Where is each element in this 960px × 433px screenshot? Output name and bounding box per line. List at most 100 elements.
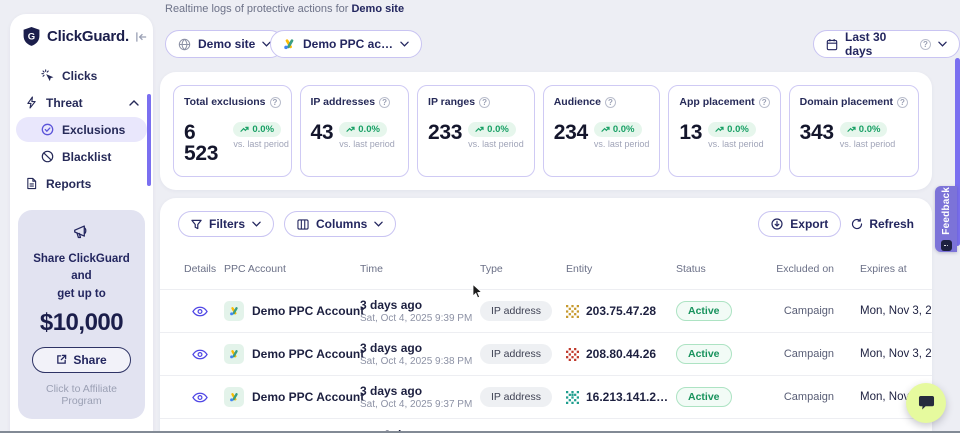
columns-button[interactable]: Columns bbox=[284, 211, 396, 237]
entity-identicon bbox=[566, 391, 579, 404]
time-absolute: Sat, Oct 4, 2025 9:38 PM bbox=[360, 356, 480, 367]
expires-at-cell: Mon, Nov 3, 2025 bbox=[834, 305, 924, 317]
sidebar-item-clicks[interactable]: Clicks bbox=[16, 63, 147, 88]
sidebar-item-threat[interactable]: Threat bbox=[16, 90, 147, 115]
affiliate-promo-card[interactable]: Share ClickGuard and get up to $10,000 S… bbox=[18, 210, 145, 419]
sidebar-item-label: Exclusions bbox=[62, 123, 125, 137]
entity-value: 208.80.44.26 bbox=[586, 347, 656, 361]
status-cell: Active bbox=[676, 344, 774, 364]
col-header-time[interactable]: Time bbox=[360, 263, 480, 277]
sidebar-scrollbar[interactable] bbox=[147, 94, 151, 186]
stat-value: 13 bbox=[679, 122, 702, 143]
sidebar-item-label: Threat bbox=[46, 96, 83, 110]
stat-value: 343 bbox=[800, 122, 834, 143]
sidebar: G ClickGuard. Clicks Threat bbox=[10, 14, 153, 433]
trend-up-icon bbox=[847, 126, 856, 133]
type-cell: IP address bbox=[480, 344, 566, 364]
sidebar-item-blacklist[interactable]: Blacklist bbox=[16, 144, 147, 169]
status-badge: Active bbox=[676, 387, 732, 407]
share-button-label: Share bbox=[73, 353, 106, 367]
help-icon[interactable]: ? bbox=[270, 97, 281, 108]
time-cell: 3 days ago Sat, Oct 4, 2025 9:37 PM bbox=[360, 384, 480, 410]
col-header-status[interactable]: Status bbox=[676, 263, 774, 277]
type-badge: IP address bbox=[480, 344, 552, 364]
col-header-excluded-on[interactable]: Excluded on bbox=[774, 263, 834, 277]
trend-up-icon bbox=[475, 126, 484, 133]
filters-button[interactable]: Filters bbox=[178, 211, 274, 237]
col-header-expires-at[interactable]: Expires at bbox=[834, 263, 924, 277]
refresh-button[interactable]: Refresh bbox=[851, 217, 914, 231]
col-header-type[interactable]: Type bbox=[480, 263, 566, 277]
excluded-on-cell: Campaign bbox=[774, 305, 834, 317]
stat-delta: 0.0% bbox=[487, 124, 509, 135]
external-link-icon bbox=[56, 354, 67, 365]
trend-up-icon bbox=[240, 126, 249, 133]
stat-delta: 0.0% bbox=[252, 124, 274, 135]
col-header-entity[interactable]: Entity bbox=[566, 263, 676, 277]
date-range-selector[interactable]: Last 30 days ? bbox=[813, 30, 960, 58]
col-header-details[interactable]: Details bbox=[184, 263, 224, 277]
filters-label: Filters bbox=[209, 217, 245, 231]
stat-delta: 0.0% bbox=[613, 124, 635, 135]
trend-up-icon bbox=[601, 126, 610, 133]
chevron-up-icon bbox=[129, 100, 139, 106]
entity-cell: 203.75.47.28 bbox=[566, 304, 676, 318]
stats-panel: Total exclusions? 6 523 0.0% vs. last pe… bbox=[160, 72, 932, 190]
logo-text: ClickGuard. bbox=[47, 28, 129, 45]
export-button[interactable]: Export bbox=[758, 211, 841, 237]
chevron-down-icon bbox=[252, 221, 261, 227]
table-row-partial: 3 days ago bbox=[160, 418, 932, 432]
help-icon[interactable]: ? bbox=[759, 97, 770, 108]
sidebar-item-reports[interactable]: Reports bbox=[16, 171, 147, 196]
stat-label: Audience bbox=[554, 96, 601, 108]
sidebar-item-exclusions[interactable]: Exclusions bbox=[16, 117, 147, 142]
ppc-account-selector[interactable]: Demo PPC ac… bbox=[270, 30, 422, 58]
promo-amount: $10,000 bbox=[26, 309, 137, 337]
stat-caption: vs. last period bbox=[233, 139, 280, 149]
chat-widget-button[interactable] bbox=[906, 383, 946, 423]
table-row[interactable]: Demo PPC Account 3 days ago Sat, Oct 4, … bbox=[160, 332, 932, 375]
promo-line1: Share ClickGuard and bbox=[26, 251, 137, 286]
expires-at-cell: Mon, Nov 3, 2025 bbox=[834, 348, 924, 360]
stat-card-ip-addresses: IP addresses? 43 0.0% vs. last period bbox=[300, 85, 410, 177]
help-icon[interactable]: ? bbox=[897, 97, 908, 108]
page-subtitle: Realtime logs of protective actions for … bbox=[165, 3, 404, 15]
share-button[interactable]: Share bbox=[32, 347, 131, 373]
feedback-tab[interactable]: Feedback bbox=[935, 186, 957, 252]
stat-label: Total exclusions bbox=[184, 96, 266, 108]
help-icon[interactable]: ? bbox=[379, 97, 390, 108]
download-icon bbox=[771, 218, 783, 230]
stat-card-ip-ranges: IP ranges? 233 0.0% vs. last period bbox=[417, 85, 535, 177]
help-icon[interactable]: ? bbox=[479, 97, 490, 108]
site-selector[interactable]: Demo site bbox=[165, 30, 284, 58]
stat-caption: vs. last period bbox=[708, 139, 764, 149]
stat-card-domain-placement: Domain placement? 343 0.0% vs. last peri… bbox=[789, 85, 919, 177]
stat-label: App placement bbox=[679, 96, 754, 108]
svg-text:G: G bbox=[28, 31, 35, 42]
excluded-on-cell: Campaign bbox=[774, 391, 834, 403]
col-header-ppc-account[interactable]: PPC Account bbox=[224, 263, 360, 277]
type-cell: IP address bbox=[480, 301, 566, 321]
collapse-sidebar-icon[interactable] bbox=[135, 31, 148, 43]
ppc-account-cell: Demo PPC Account bbox=[224, 301, 360, 321]
help-icon: ? bbox=[920, 39, 931, 50]
time-cell: 3 days ago Sat, Oct 4, 2025 9:38 PM bbox=[360, 341, 480, 367]
ban-icon bbox=[40, 150, 54, 163]
sidebar-item-label: Clicks bbox=[62, 69, 97, 83]
columns-label: Columns bbox=[316, 217, 367, 231]
table-row[interactable]: Demo PPC Account 3 days ago Sat, Oct 4, … bbox=[160, 375, 932, 418]
table-row[interactable]: Demo PPC Account 3 days ago Sat, Oct 4, … bbox=[160, 289, 932, 332]
status-badge: Active bbox=[676, 344, 732, 364]
view-details-eye-icon[interactable] bbox=[192, 306, 208, 317]
sidebar-item-label: Reports bbox=[46, 177, 91, 191]
view-details-eye-icon[interactable] bbox=[192, 392, 208, 403]
chevron-down-icon bbox=[938, 41, 947, 47]
status-cell: Active bbox=[676, 301, 774, 321]
help-icon[interactable]: ? bbox=[605, 97, 616, 108]
view-details-eye-icon[interactable] bbox=[192, 349, 208, 360]
stat-delta: 0.0% bbox=[859, 124, 881, 135]
stat-value: 233 bbox=[428, 122, 462, 143]
ppc-account-cell: Demo PPC Account bbox=[224, 344, 360, 364]
type-cell: IP address bbox=[480, 387, 566, 407]
feedback-label: Feedback bbox=[941, 187, 952, 235]
